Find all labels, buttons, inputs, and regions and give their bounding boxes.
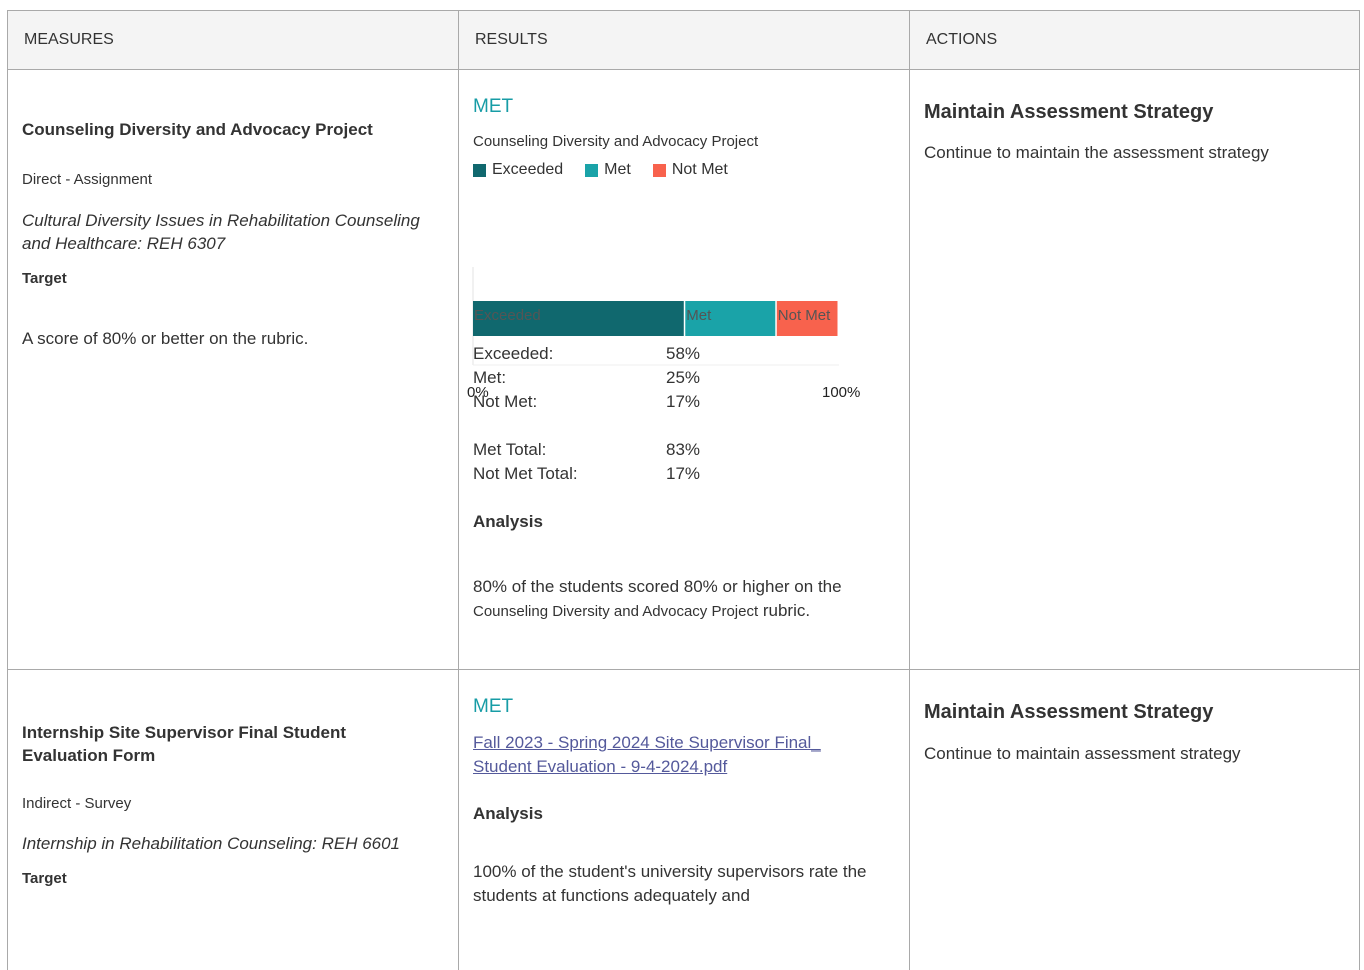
stats-block: Exceeded: 58% Met: 25% Not Met: 17% <box>473 342 700 414</box>
measure-course: Cultural Diversity Issues in Rehabilitat… <box>22 211 420 253</box>
measure-cell: Counseling Diversity and Advocacy Projec… <box>8 70 458 669</box>
legend-swatch-not-met <box>652 163 666 177</box>
action-cell: Maintain Assessment Strategy Continue to… <box>909 670 1359 970</box>
total-value: 17% <box>666 464 701 483</box>
analysis-heading: Analysis <box>473 512 543 531</box>
measure-type: Direct - Assignment <box>22 171 153 188</box>
analysis-text-part: Counseling Diversity and Advocacy Projec… <box>473 603 759 620</box>
action-text: Continue to maintain assessment strategy <box>924 744 1241 763</box>
bar-label: Met <box>686 307 712 324</box>
assessment-table: MEASURES RESULTS ACTIONS Counseling Dive… <box>7 10 1360 970</box>
legend-swatch-exceeded <box>473 163 486 177</box>
analysis-text-part: rubric. <box>758 601 811 620</box>
measure-cell: Internship Site Supervisor Final Student… <box>8 670 458 970</box>
measure-type: Indirect - Survey <box>22 795 132 812</box>
table-row: Counseling Diversity and Advocacy Projec… <box>8 70 1359 670</box>
stat-label: Exceeded: <box>473 344 554 363</box>
total-row: Met Total: 83% <box>473 438 700 462</box>
stat-value: 25% <box>666 368 701 387</box>
stat-row: Met: 25% <box>473 366 700 390</box>
target-text: A score of 80% or better on the rubric. <box>22 329 309 348</box>
legend-swatch-met <box>585 163 599 177</box>
analysis-heading: Analysis <box>473 804 543 823</box>
chart-title: Counseling Diversity and Advocacy Projec… <box>473 133 759 150</box>
target-label: Target <box>22 870 67 887</box>
analysis-text: 80% of the students scored 80% or higher… <box>473 575 873 624</box>
table-header: MEASURES RESULTS ACTIONS <box>8 10 1359 70</box>
legend-item-exceeded: Exceeded <box>473 161 563 179</box>
analysis-text-part: 80% of the students scored 80% or higher… <box>473 577 842 596</box>
stat-row: Not Met: 17% <box>473 390 700 414</box>
measure-course: Internship in Rehabilitation Counseling:… <box>22 834 401 853</box>
total-value: 83% <box>666 440 701 459</box>
stat-label: Not Met: <box>473 392 538 411</box>
legend-label: Not Met <box>671 161 728 178</box>
result-status: MET <box>473 696 514 717</box>
total-row: Not Met Total: 17% <box>473 462 700 486</box>
action-cell: Maintain Assessment Strategy Continue to… <box>909 70 1359 669</box>
total-label: Met Total: <box>473 440 547 459</box>
measure-title: Counseling Diversity and Advocacy Projec… <box>22 120 373 139</box>
result-cell: MET Fall 2023 - Spring 2024 Site Supervi… <box>458 670 909 970</box>
legend-item-met: Met <box>585 161 631 179</box>
result-cell: MET Counseling Diversity and Advocacy Pr… <box>458 70 909 669</box>
totals-block: Met Total: 83% Not Met Total: 17% <box>473 438 700 486</box>
action-title: Maintain Assessment Strategy <box>924 701 1214 723</box>
measure-title: Internship Site Supervisor Final Student… <box>22 723 346 765</box>
bar-label: Exceeded <box>474 307 541 324</box>
stat-value: 17% <box>666 392 701 411</box>
header-results: RESULTS <box>458 11 909 69</box>
attachment-link[interactable]: Fall 2023 - Spring 2024 Site Supervisor … <box>473 731 873 779</box>
legend-label: Exceeded <box>492 161 564 178</box>
legend-label: Met <box>604 161 631 178</box>
chart-legend: Exceeded Met Not Met <box>473 161 750 179</box>
legend-item-not-met: Not Met <box>652 161 728 179</box>
total-label: Not Met Total: <box>473 464 578 483</box>
stat-row: Exceeded: 58% <box>473 342 700 366</box>
action-title: Maintain Assessment Strategy <box>924 101 1214 123</box>
stat-label: Met: <box>473 368 507 387</box>
tick-label: 100% <box>822 384 860 401</box>
action-text: Continue to maintain the assessment stra… <box>924 143 1269 162</box>
analysis-text: 100% of the student's university supervi… <box>473 862 867 905</box>
header-measures: MEASURES <box>24 31 114 48</box>
header-actions: ACTIONS <box>909 11 1359 69</box>
stat-value: 58% <box>666 344 701 363</box>
bar-label: Not Met <box>778 307 831 324</box>
target-label: Target <box>22 270 67 287</box>
result-status: MET <box>473 96 514 117</box>
table-row: Internship Site Supervisor Final Student… <box>8 670 1359 970</box>
